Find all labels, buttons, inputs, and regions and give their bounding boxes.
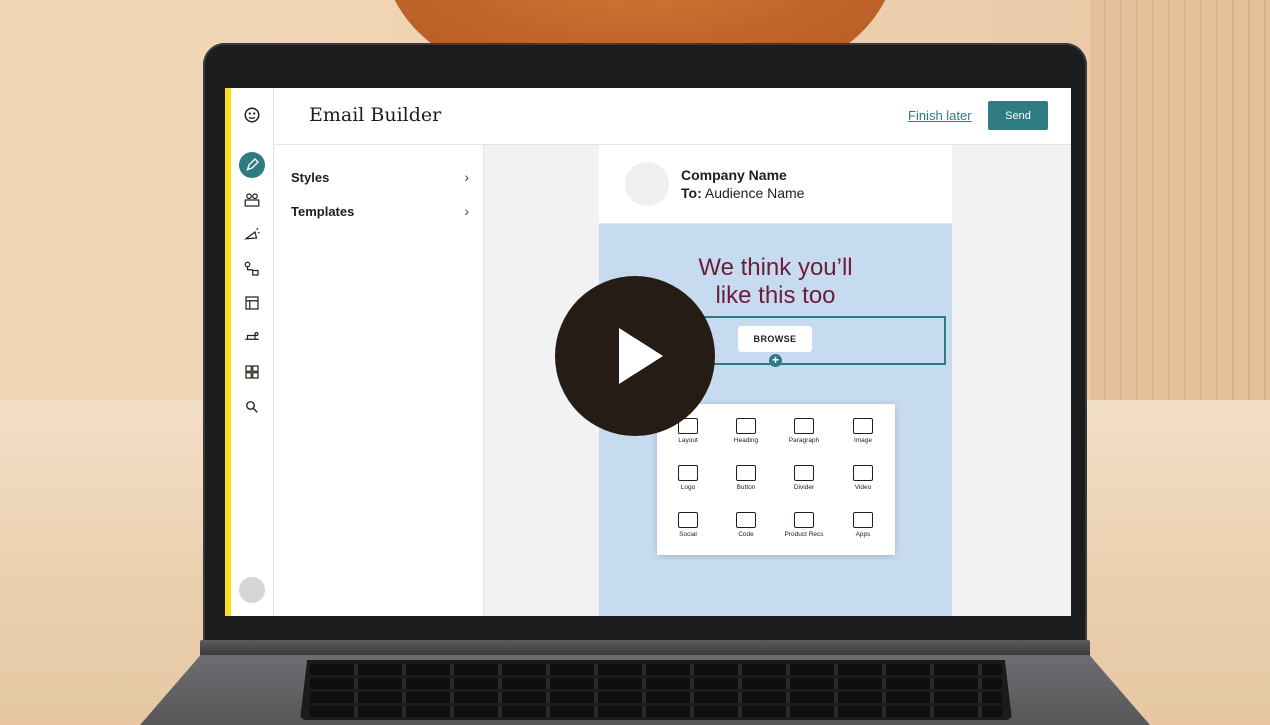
audience-icon[interactable] — [239, 187, 265, 213]
campaigns-icon[interactable] — [239, 222, 265, 248]
avatar[interactable] — [239, 577, 265, 603]
panel-item-label: Templates — [291, 203, 355, 219]
block-label: Heading — [733, 437, 759, 444]
block-code[interactable]: Code — [718, 512, 774, 538]
block-label: Paragraph — [788, 437, 820, 444]
keyboard-row — [310, 664, 1002, 675]
block-divider[interactable]: Divider — [776, 465, 832, 491]
keyboard-row — [310, 706, 1002, 717]
logo-icon — [678, 465, 698, 481]
block-social[interactable]: Social — [660, 512, 716, 538]
chevron-right-icon: › — [464, 169, 469, 185]
image-icon — [853, 418, 873, 434]
nav-rail — [231, 88, 274, 616]
content-icon[interactable] — [239, 359, 265, 385]
block-label: Social — [679, 531, 697, 538]
add-block-icon[interactable]: + — [769, 354, 782, 367]
website-icon[interactable] — [239, 290, 265, 316]
block-apps[interactable]: Apps — [835, 512, 891, 538]
block-heading[interactable]: Heading — [718, 418, 774, 444]
block-logo[interactable]: Logo — [660, 465, 716, 491]
play-button[interactable] — [555, 276, 715, 436]
pencil-icon[interactable] — [239, 152, 265, 178]
keyboard-row — [310, 692, 1002, 703]
code-icon — [736, 512, 756, 528]
panel-item-label: Styles — [291, 169, 330, 185]
send-button[interactable]: Send — [988, 101, 1048, 130]
apps-icon — [853, 512, 873, 528]
block-button[interactable]: Button — [718, 465, 774, 491]
block-label: Layout — [678, 437, 698, 444]
selected-block-outline[interactable] — [695, 316, 946, 365]
browse-button[interactable]: BROWSE — [738, 326, 812, 352]
search-icon[interactable] — [239, 394, 265, 420]
to-line: To: Audience Name — [681, 185, 804, 201]
laptop-keyboard — [300, 660, 1012, 720]
top-bar: Email Builder Finish later Send — [274, 88, 1071, 145]
product-recs-icon — [794, 512, 814, 528]
sender-avatar — [625, 162, 669, 206]
panel-item-styles[interactable]: Styles › — [291, 167, 469, 187]
panel-item-templates[interactable]: Templates › — [291, 201, 469, 221]
background-wall-slats — [1090, 0, 1270, 420]
button-icon — [736, 465, 756, 481]
block-video[interactable]: Video — [835, 465, 891, 491]
block-label: Divider — [793, 484, 815, 491]
divider-icon — [794, 465, 814, 481]
block-label: Code — [738, 531, 754, 538]
play-icon — [619, 328, 663, 384]
block-label: Video — [854, 484, 872, 491]
mailchimp-logo-icon[interactable] — [239, 102, 265, 128]
page-title: Email Builder — [309, 104, 442, 126]
integrations-icon[interactable] — [239, 324, 265, 350]
left-panel: Styles › Templates › — [274, 145, 484, 616]
video-icon — [853, 465, 873, 481]
email-header: Company Name To: Audience Name — [599, 145, 952, 224]
block-label: Apps — [855, 531, 871, 538]
block-label: Image — [853, 437, 873, 444]
block-label: Button — [736, 484, 756, 491]
to-label: To: — [681, 185, 702, 201]
social-icon — [678, 512, 698, 528]
company-name: Company Name — [681, 167, 787, 183]
block-paragraph[interactable]: Paragraph — [776, 418, 832, 444]
heading-icon — [736, 418, 756, 434]
block-label: Product Recs — [784, 531, 824, 538]
paragraph-icon — [794, 418, 814, 434]
block-label: Logo — [680, 484, 696, 491]
block-image[interactable]: Image — [835, 418, 891, 444]
block-product-recs[interactable]: Product Recs — [776, 512, 832, 538]
finish-later-link[interactable]: Finish later — [908, 108, 972, 123]
chevron-right-icon: › — [464, 203, 469, 219]
automations-icon[interactable] — [239, 256, 265, 282]
content-blocks-menu: Layout Heading Paragraph Image Logo Button Div… — [657, 404, 895, 555]
keyboard-row — [310, 678, 1002, 689]
audience-name: Audience Name — [704, 185, 805, 201]
